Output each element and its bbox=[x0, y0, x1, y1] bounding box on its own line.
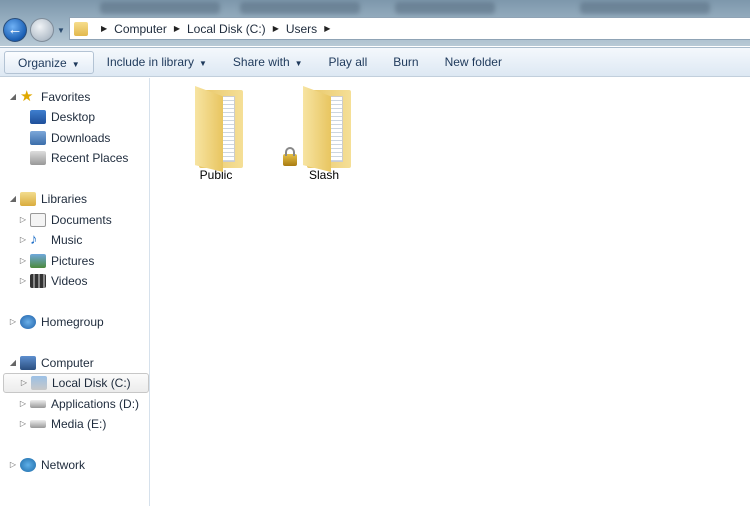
taskbar-blur bbox=[100, 2, 220, 14]
label: Libraries bbox=[41, 192, 88, 206]
pictures-icon bbox=[30, 254, 46, 268]
expand-icon[interactable]: ▷ bbox=[18, 210, 28, 230]
nav-applications-d[interactable]: ▷ Applications (D:) bbox=[18, 394, 139, 414]
label: Documents bbox=[51, 213, 112, 227]
downloads-icon bbox=[30, 131, 46, 145]
nav-local-disk-c[interactable]: ▷ Local Disk (C:) bbox=[3, 373, 149, 393]
label: Videos bbox=[51, 274, 88, 288]
chevron-down-icon: ▼ bbox=[199, 58, 207, 68]
label: Favorites bbox=[41, 90, 91, 104]
nav-pictures[interactable]: ▷ Pictures bbox=[18, 251, 94, 271]
nav-favorites[interactable]: ◢ ★ Favorites bbox=[8, 87, 90, 107]
chevron-right-icon[interactable]: ▶ bbox=[324, 24, 330, 33]
expand-icon[interactable]: ▷ bbox=[19, 373, 29, 393]
chevron-right-icon[interactable]: ▶ bbox=[101, 24, 107, 33]
recent-pages-dropdown[interactable]: ▼ bbox=[57, 26, 65, 35]
address-bar[interactable]: ▶ Computer ▶ Local Disk (C:) ▶ Users ▶ bbox=[69, 17, 750, 40]
network-icon bbox=[20, 458, 36, 472]
label: Applications (D:) bbox=[51, 397, 140, 411]
burn-button[interactable]: Burn bbox=[380, 51, 431, 74]
expand-icon[interactable]: ▷ bbox=[18, 414, 28, 434]
libraries-icon bbox=[20, 192, 36, 206]
folder-public[interactable]: Public bbox=[176, 84, 256, 182]
nav-media-e[interactable]: ▷ Media (E:) bbox=[18, 414, 106, 434]
expand-icon[interactable]: ▷ bbox=[18, 271, 28, 291]
folder-icon bbox=[283, 84, 355, 174]
share-with-button[interactable]: Share with ▼ bbox=[220, 51, 316, 74]
chevron-right-icon[interactable]: ▶ bbox=[174, 24, 180, 33]
forward-button[interactable] bbox=[30, 18, 54, 42]
chevron-down-icon: ▼ bbox=[294, 58, 303, 68]
nav-libraries[interactable]: ◢ Libraries bbox=[8, 189, 87, 209]
nav-documents[interactable]: ▷ Documents bbox=[18, 210, 112, 230]
nav-music[interactable]: ▷ ♪ Music bbox=[18, 230, 82, 250]
star-icon: ★ bbox=[20, 88, 34, 105]
label: Local Disk (C:) bbox=[52, 376, 131, 390]
label: Pictures bbox=[51, 254, 95, 268]
breadcrumb-local-disk[interactable]: Local Disk (C:) bbox=[187, 22, 266, 36]
folder-icon bbox=[185, 84, 247, 174]
expand-icon[interactable]: ▷ bbox=[18, 251, 28, 271]
nav-network[interactable]: ▷ Network bbox=[8, 455, 85, 475]
folder-slash[interactable]: Slash bbox=[283, 84, 364, 182]
taskbar-blur bbox=[580, 2, 710, 14]
folder-icon bbox=[74, 21, 88, 36]
expand-icon[interactable]: ◢ bbox=[8, 353, 18, 373]
nav-desktop[interactable]: Desktop bbox=[30, 107, 95, 127]
expand-icon[interactable]: ▷ bbox=[18, 394, 28, 414]
expand-icon[interactable]: ▷ bbox=[18, 230, 28, 250]
navigation-pane: ◢ ★ Favorites Desktop Downloads Recent Pla… bbox=[0, 78, 150, 506]
taskbar-blur bbox=[240, 2, 360, 14]
file-view: Public Slash bbox=[151, 78, 750, 506]
new-folder-button[interactable]: New folder bbox=[432, 51, 515, 74]
computer-icon bbox=[20, 356, 36, 370]
homegroup-icon bbox=[20, 315, 36, 329]
breadcrumb-computer[interactable]: Computer bbox=[114, 22, 167, 36]
nav-videos[interactable]: ▷ Videos bbox=[18, 271, 87, 291]
videos-icon bbox=[30, 274, 46, 288]
label: Desktop bbox=[51, 110, 96, 124]
title-bar: ← ▼ ▶ Computer ▶ Local Disk (C:) ▶ Users… bbox=[0, 0, 750, 46]
include-label: Include in library bbox=[106, 54, 194, 69]
nav-homegroup[interactable]: ▷ Homegroup bbox=[8, 312, 104, 332]
nav-recent-places[interactable]: Recent Places bbox=[30, 148, 128, 168]
drive-icon bbox=[30, 420, 46, 428]
expand-icon[interactable]: ◢ bbox=[8, 189, 18, 209]
share-label: Share with bbox=[232, 54, 290, 69]
command-bar: Organize ▼ Include in library ▼ Share with… bbox=[0, 47, 750, 77]
expand-icon[interactable]: ▷ bbox=[8, 455, 18, 475]
label: Network bbox=[41, 458, 86, 472]
label: Recent Places bbox=[51, 151, 129, 165]
taskbar-blur bbox=[395, 2, 495, 14]
label: Media (E:) bbox=[51, 417, 107, 431]
lock-icon bbox=[283, 147, 297, 166]
recent-places-icon bbox=[30, 151, 46, 165]
label: Music bbox=[51, 233, 83, 247]
drive-icon bbox=[30, 400, 46, 408]
label: Downloads bbox=[51, 131, 111, 145]
expand-icon[interactable]: ▷ bbox=[8, 312, 18, 332]
desktop-icon bbox=[30, 110, 46, 124]
label: Computer bbox=[41, 356, 94, 370]
organize-button[interactable]: Organize ▼ bbox=[4, 50, 94, 74]
chevron-right-icon[interactable]: ▶ bbox=[273, 24, 279, 33]
include-in-library-button[interactable]: Include in library ▼ bbox=[94, 51, 220, 74]
documents-icon bbox=[30, 213, 46, 227]
nav-downloads[interactable]: Downloads bbox=[30, 128, 110, 148]
label: Homegroup bbox=[41, 315, 104, 329]
chevron-down-icon: ▼ bbox=[71, 59, 80, 69]
back-button[interactable]: ← bbox=[3, 18, 27, 42]
organize-label: Organize bbox=[18, 55, 67, 70]
nav-computer[interactable]: ◢ Computer bbox=[8, 353, 94, 373]
expand-icon[interactable]: ◢ bbox=[8, 87, 18, 107]
breadcrumb-users[interactable]: Users bbox=[286, 22, 317, 36]
play-all-button[interactable]: Play all bbox=[316, 51, 381, 74]
drive-icon bbox=[31, 376, 47, 390]
music-icon: ♪ bbox=[30, 231, 38, 248]
